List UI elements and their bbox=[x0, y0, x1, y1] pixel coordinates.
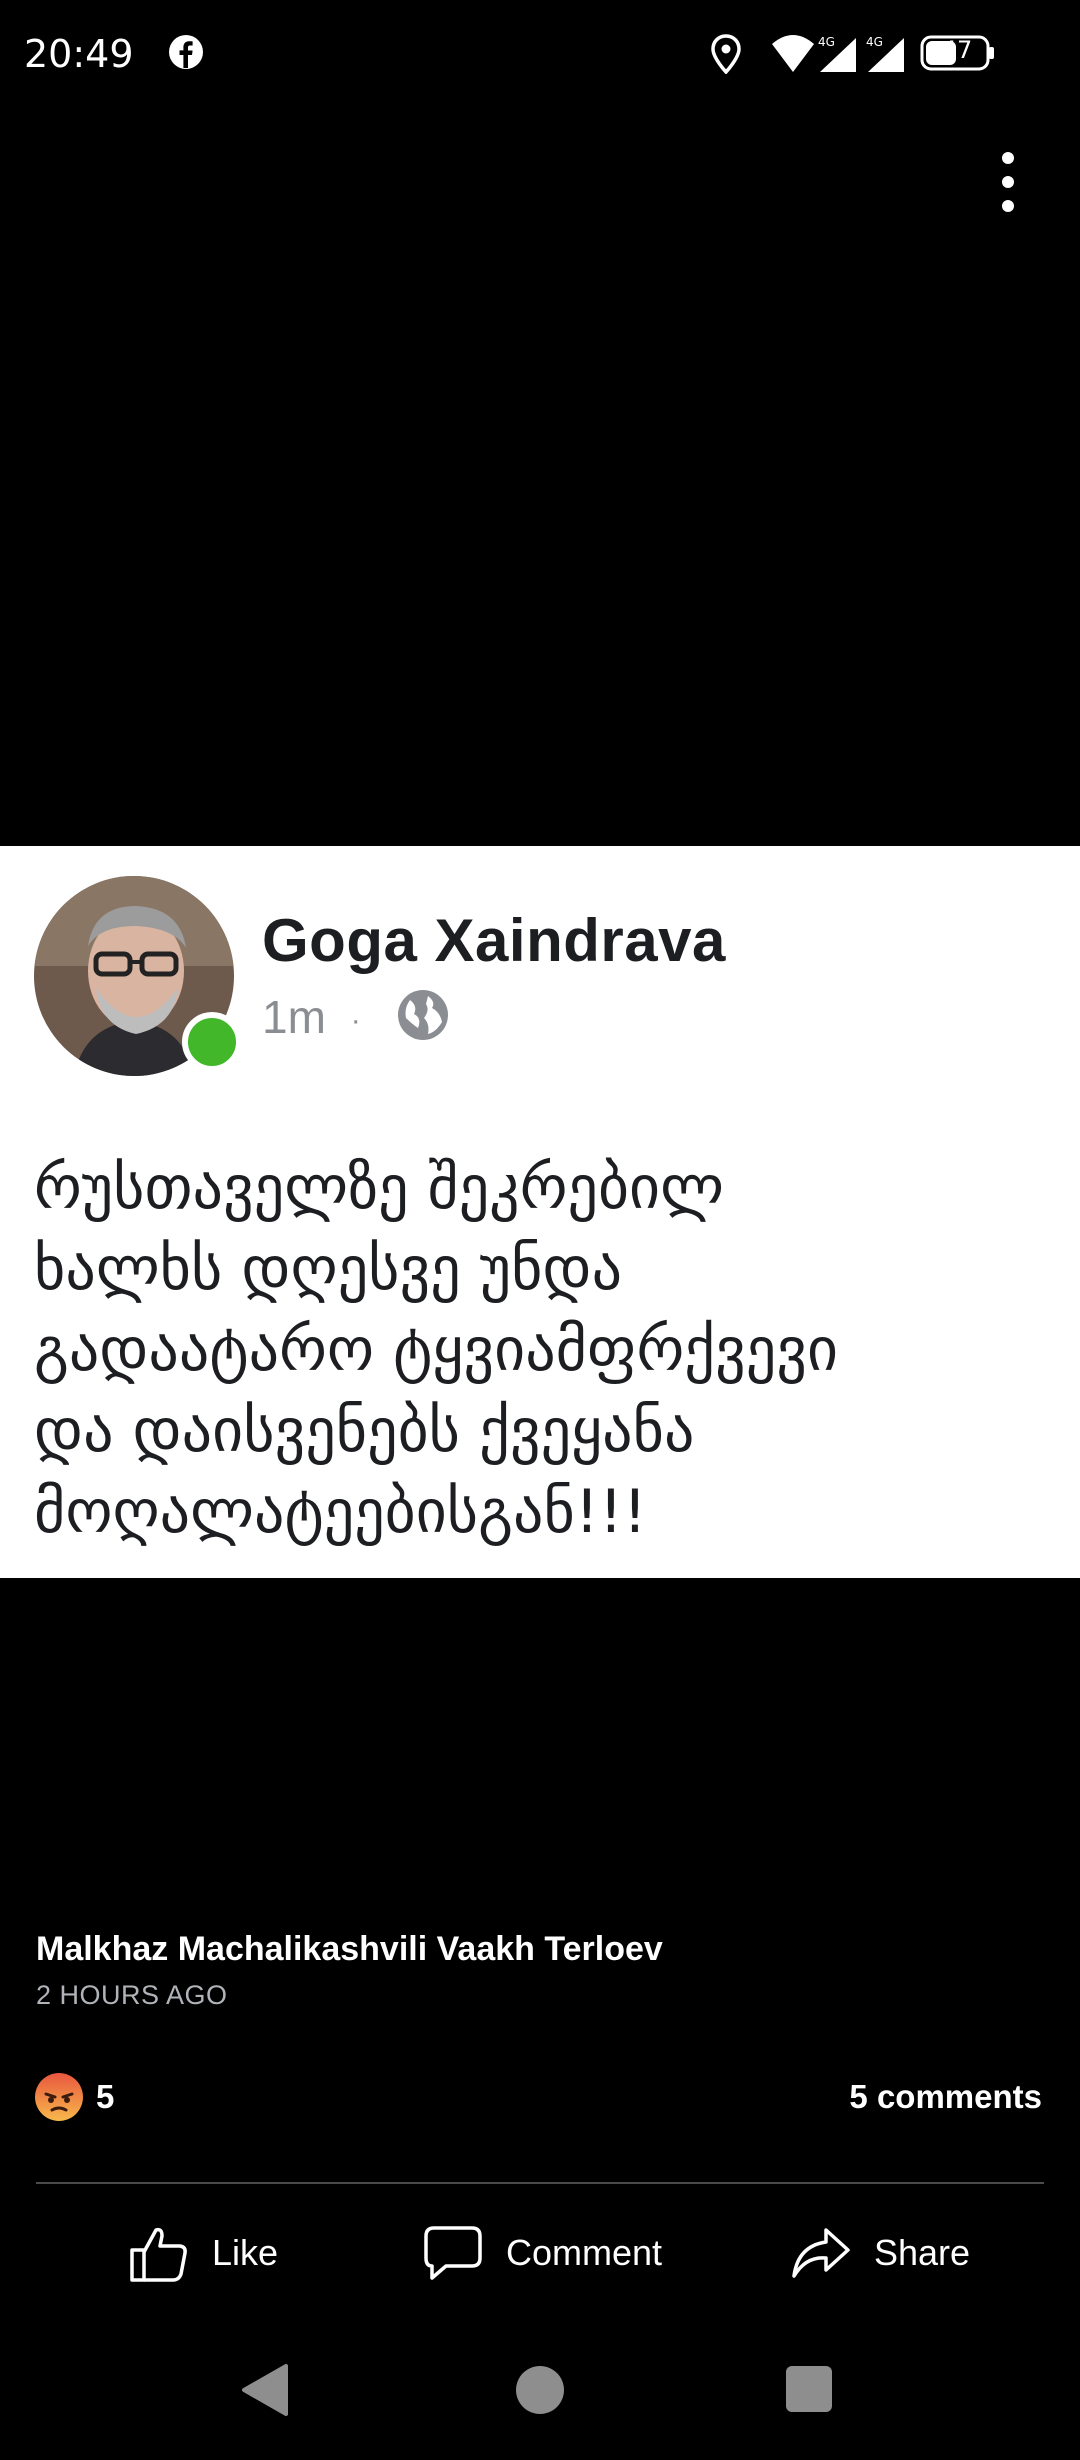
post-time: 1m bbox=[262, 991, 326, 1043]
post-timestamp: 2 HOURS AGO bbox=[36, 1980, 228, 2010]
svg-text:4G: 4G bbox=[866, 35, 883, 49]
svg-text:4G: 4G bbox=[818, 35, 835, 49]
more-options-icon[interactable] bbox=[994, 150, 1022, 214]
post-body-text: რუსთაველზე შეკრებილ ხალხს დღესვე უნდა გა… bbox=[34, 1153, 839, 1547]
comment-label: Comment bbox=[506, 2232, 663, 2273]
back-icon[interactable] bbox=[240, 2362, 290, 2418]
wifi-icon bbox=[772, 35, 814, 72]
tagged-names[interactable]: Malkhaz Machalikashvili Vaakh Terloev bbox=[36, 1930, 663, 1969]
comment-icon bbox=[424, 2226, 482, 2280]
facebook-icon bbox=[169, 35, 203, 69]
divider bbox=[36, 2182, 1044, 2184]
share-icon bbox=[792, 2228, 850, 2278]
status-bar: 20:49 4G 4G 47 bbox=[0, 0, 1080, 110]
recent-apps-icon[interactable] bbox=[786, 2366, 832, 2412]
meta-separator: · bbox=[350, 1003, 361, 1037]
online-status-dot bbox=[182, 1012, 242, 1072]
signal-4g-icon: 4G bbox=[866, 35, 904, 72]
like-label: Like bbox=[212, 2232, 279, 2273]
comments-count[interactable]: 5 comments bbox=[849, 2078, 1042, 2116]
reaction-count[interactable]: 5 bbox=[96, 2078, 114, 2116]
like-icon bbox=[130, 2227, 187, 2282]
angry-reaction-icon[interactable] bbox=[34, 2072, 84, 2122]
post-meta: 1m · bbox=[262, 990, 361, 1044]
share-button[interactable]: Share bbox=[790, 2220, 970, 2286]
share-label: Share bbox=[874, 2232, 971, 2273]
home-icon[interactable] bbox=[516, 2366, 564, 2414]
comment-button[interactable]: Comment bbox=[422, 2220, 662, 2286]
like-button[interactable]: Like bbox=[128, 2220, 278, 2286]
signal-4g-icon: 4G bbox=[818, 35, 856, 72]
location-icon bbox=[711, 34, 741, 74]
battery-level: 47 bbox=[941, 36, 973, 64]
status-time: 20:49 bbox=[24, 32, 134, 76]
post-author-name: Goga Xaindrava bbox=[262, 907, 726, 974]
globe-icon bbox=[398, 990, 448, 1040]
